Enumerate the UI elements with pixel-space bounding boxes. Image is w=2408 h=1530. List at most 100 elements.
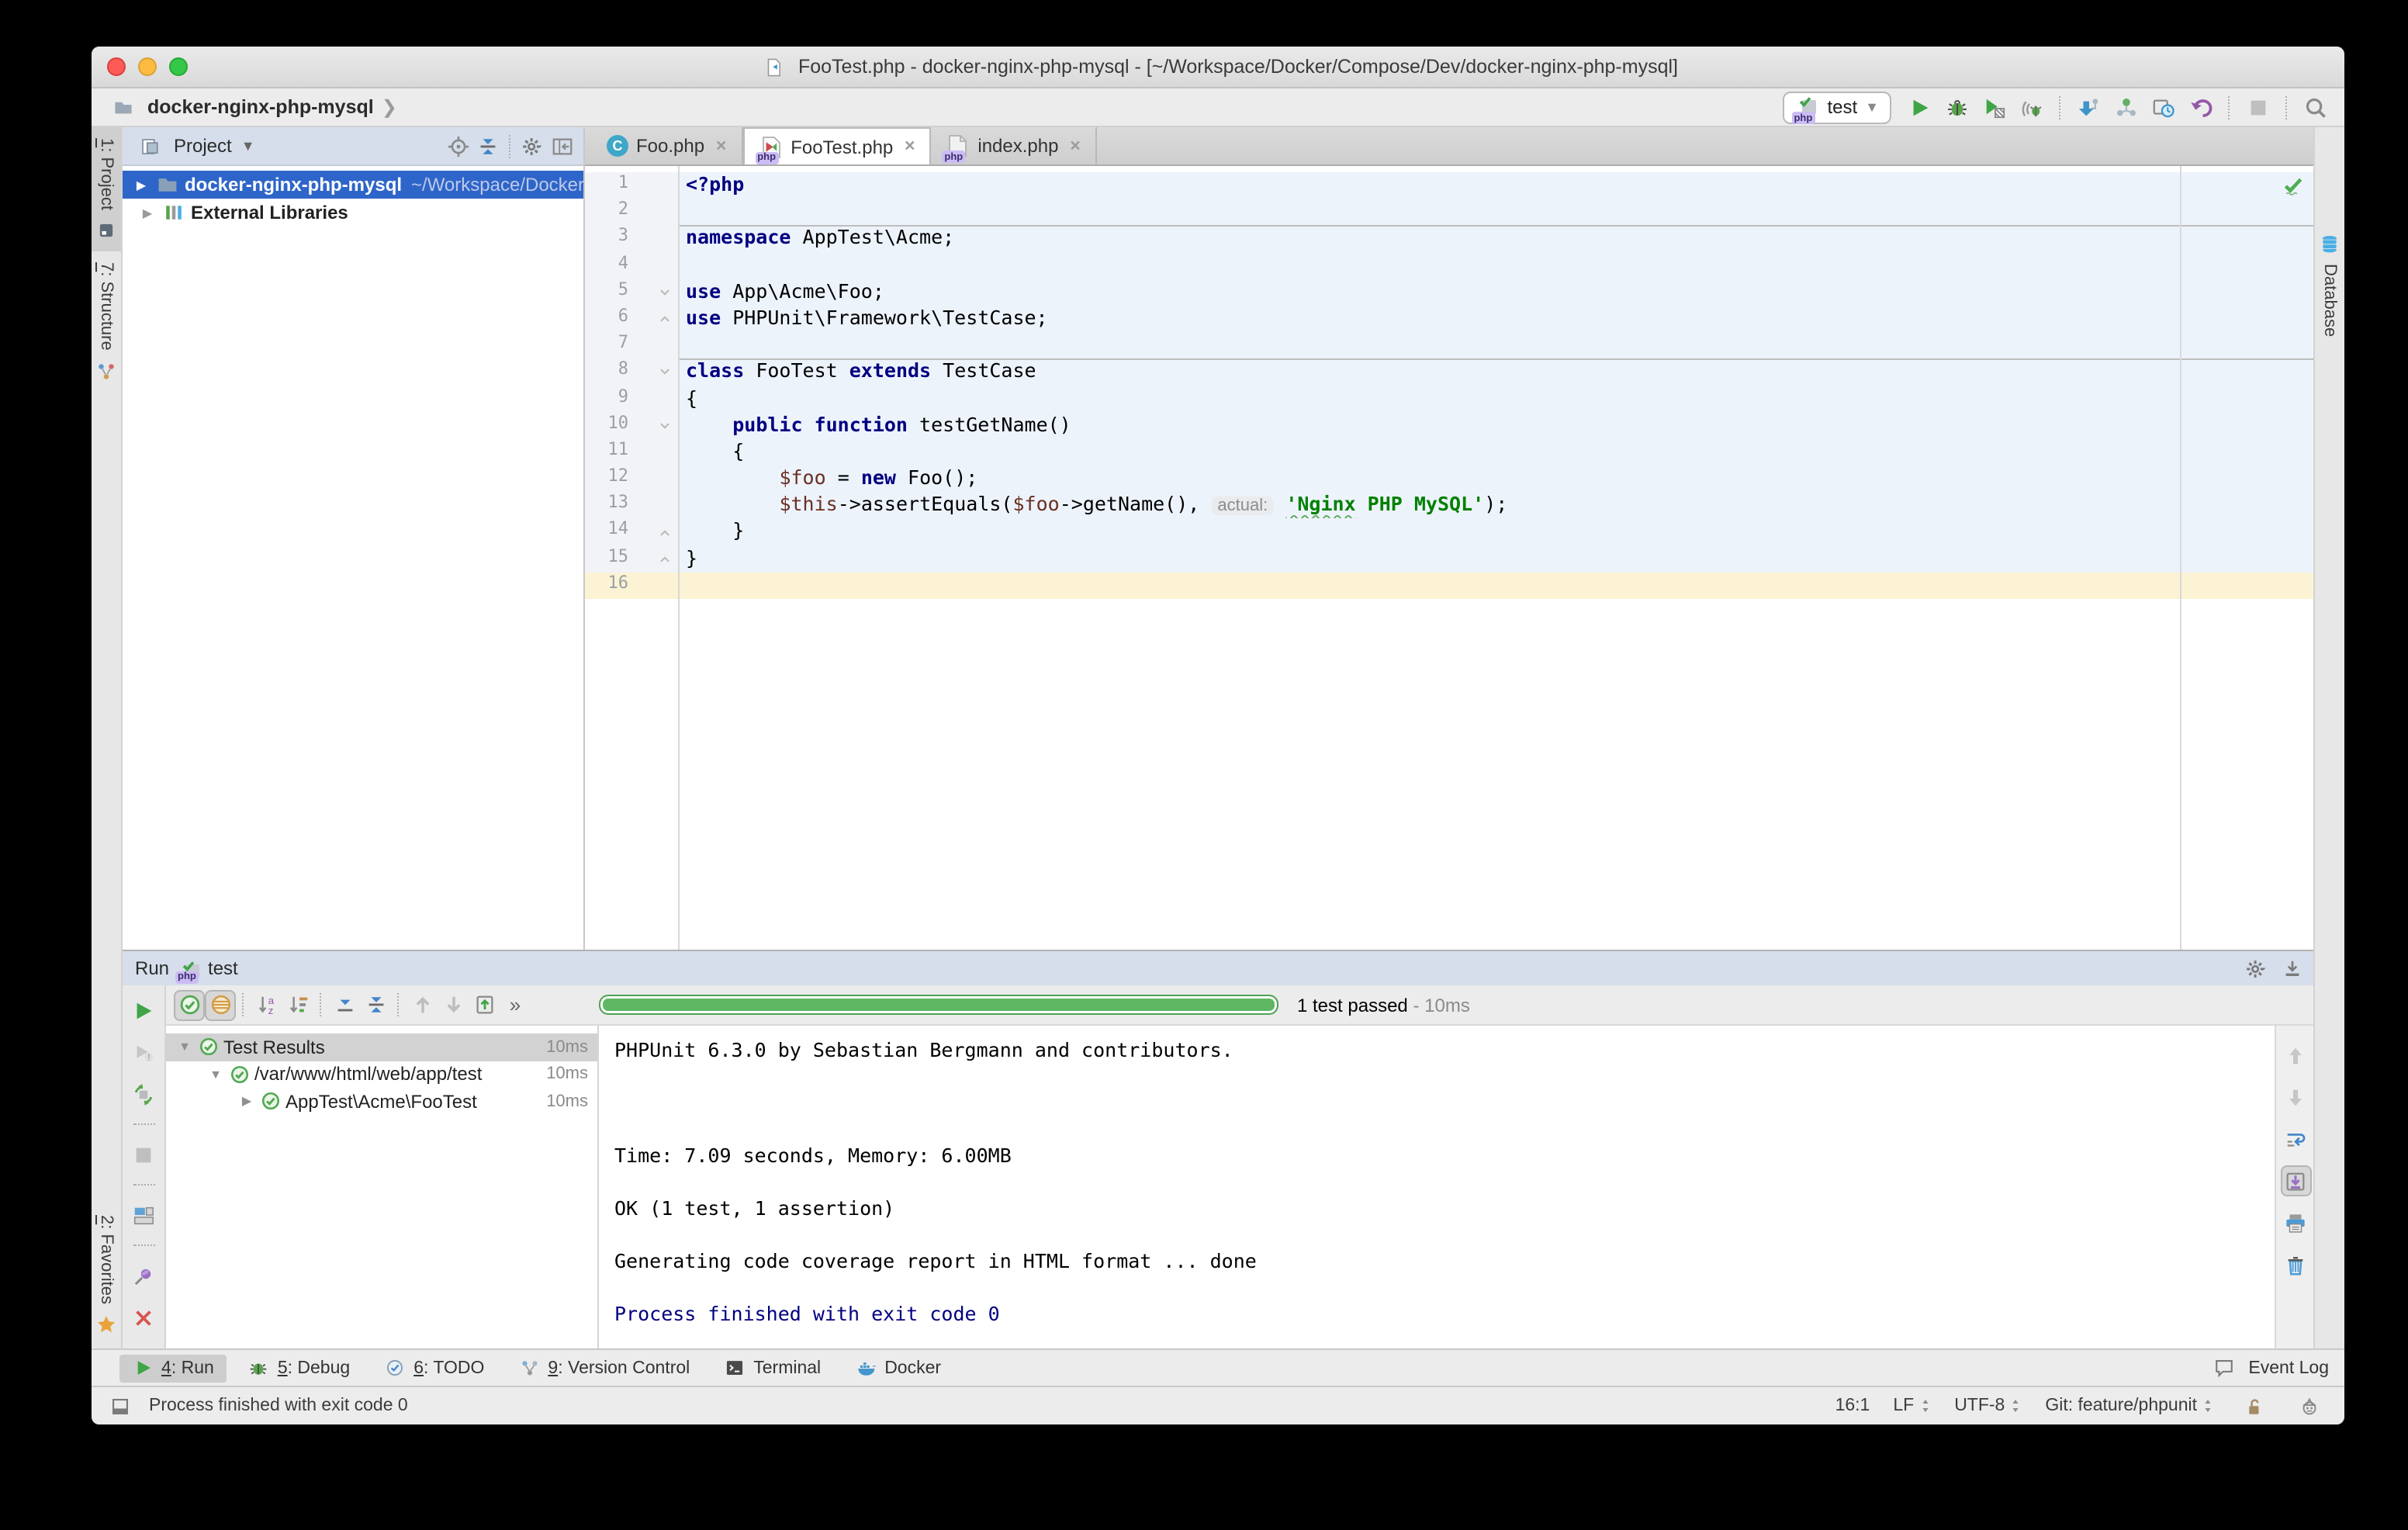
- collapse-all-icon[interactable]: [360, 989, 391, 1020]
- expand-arrow-icon[interactable]: ▶: [166, 1095, 256, 1109]
- test-tree-item[interactable]: ▼Test Results10ms: [166, 1033, 597, 1061]
- git-branch-selector[interactable]: Git: feature/phpunit: [2045, 1397, 2214, 1415]
- tool-window-switcher-icon[interactable]: [104, 1390, 137, 1422]
- code-line-13[interactable]: 13 $this->assertEquals($foo->getName(), …: [585, 493, 2315, 519]
- project-tree-item[interactable]: ▶External Libraries: [123, 199, 583, 227]
- editor-tab-footest.php[interactable]: phpFooTest.php✕: [742, 127, 931, 164]
- rerun-icon[interactable]: [128, 995, 159, 1026]
- more-icon[interactable]: »: [500, 989, 531, 1020]
- sort-by-duration-icon[interactable]: [282, 989, 313, 1020]
- code-line-11[interactable]: 11 {: [585, 439, 2315, 466]
- expand-all-icon[interactable]: [329, 989, 360, 1020]
- line-separator-selector[interactable]: LF: [1893, 1397, 1931, 1415]
- tool-window-button-todo[interactable]: 6: TODO: [372, 1354, 496, 1382]
- fold-marker-icon[interactable]: [657, 286, 671, 299]
- rollback-icon[interactable]: [2185, 91, 2217, 123]
- locate-icon[interactable]: [444, 131, 473, 161]
- clear-all-icon[interactable]: [2280, 1249, 2311, 1280]
- editor-tab-foo.php[interactable]: CFoo.php✕: [593, 127, 742, 164]
- code-line-6[interactable]: 6use PHPUnit\Framework\TestCase;: [585, 306, 2315, 332]
- up-icon[interactable]: [2280, 1040, 2311, 1071]
- test-tree-item[interactable]: ▼/var/www/html/web/app/test10ms: [166, 1061, 597, 1088]
- recent-changes-icon[interactable]: [2147, 91, 2180, 123]
- code-line-5[interactable]: 5use App\Acme\Foo;: [585, 279, 2315, 306]
- tab-close-icon[interactable]: ✕: [904, 138, 915, 155]
- scroll-to-end-icon[interactable]: [2280, 1165, 2311, 1196]
- close-window-button[interactable]: [107, 57, 126, 76]
- collapse-all-icon[interactable]: [473, 131, 503, 161]
- run-configuration-select[interactable]: php test ▼: [1782, 91, 1891, 123]
- tool-window-button-database[interactable]: Database: [2315, 220, 2344, 346]
- editor-tab-index.php[interactable]: phpindex.php✕: [931, 127, 1096, 164]
- code-line-9[interactable]: 9{: [585, 386, 2315, 412]
- highlighting-level-icon[interactable]: [2293, 1390, 2326, 1422]
- expand-arrow-icon[interactable]: ▼: [166, 1040, 194, 1054]
- fold-marker-icon[interactable]: [657, 419, 671, 433]
- editor-content[interactable]: 1<?php23namespace AppTest\Acme;45use App…: [585, 166, 2315, 950]
- debug-icon[interactable]: [1941, 91, 1974, 123]
- code-line-12[interactable]: 12 $foo = new Foo();: [585, 466, 2315, 492]
- tab-close-icon[interactable]: ✕: [715, 137, 727, 154]
- hide-panel-icon[interactable]: [548, 131, 577, 161]
- tool-window-button----project[interactable]: 1: Project: [92, 127, 121, 252]
- show-ignored-icon[interactable]: [205, 989, 236, 1020]
- code-line-1[interactable]: 1<?php: [585, 172, 2315, 199]
- fold-marker-icon[interactable]: [657, 312, 671, 326]
- code-line-14[interactable]: 14 }: [585, 519, 2315, 545]
- zoom-window-button[interactable]: [169, 57, 188, 76]
- tool-window-button-debug[interactable]: 5: Debug: [236, 1354, 362, 1382]
- tool-window-button-vcs[interactable]: 9: Version Control: [506, 1354, 702, 1382]
- code-line-2[interactable]: 2: [585, 199, 2315, 225]
- gear-dropdown-icon[interactable]: [518, 131, 548, 161]
- sort-alphabetically-icon[interactable]: az: [251, 989, 282, 1020]
- close-icon[interactable]: [128, 1302, 159, 1333]
- code-line-16[interactable]: 16: [585, 573, 2315, 599]
- code-line-3[interactable]: 3namespace AppTest\Acme;: [585, 226, 2315, 252]
- code-line-10[interactable]: 10 public function testGetName(): [585, 412, 2315, 438]
- tool-window-button-run[interactable]: 4: Run: [119, 1354, 227, 1382]
- encoding-selector[interactable]: UTF-8: [1954, 1397, 2022, 1415]
- code-line-4[interactable]: 4: [585, 252, 2315, 279]
- fold-marker-icon[interactable]: [657, 525, 671, 539]
- code-line-7[interactable]: 7: [585, 332, 2315, 358]
- search-everywhere-icon[interactable]: [2299, 91, 2332, 123]
- print-icon[interactable]: [2280, 1207, 2311, 1238]
- caret-position[interactable]: 16:1: [1835, 1397, 1870, 1415]
- gear-dropdown-icon[interactable]: [2240, 952, 2273, 985]
- restore-layout-icon[interactable]: [128, 1199, 159, 1231]
- run-console[interactable]: PHPUnit 6.3.0 by Sebastian Bergmann and …: [599, 1026, 2275, 1348]
- stop-icon[interactable]: [128, 1139, 159, 1170]
- tool-window-button----structure[interactable]: 7: Structure: [92, 252, 121, 393]
- inspections-ok-icon[interactable]: [2282, 175, 2304, 202]
- attach-debugger-icon[interactable]: [2015, 91, 2048, 123]
- toggle-auto-test-icon[interactable]: [128, 1078, 159, 1109]
- hide-icon[interactable]: [2276, 952, 2309, 985]
- expand-arrow-icon[interactable]: ▼: [166, 1068, 225, 1082]
- commit-icon[interactable]: [2110, 91, 2143, 123]
- run-panel-tab[interactable]: Run php test: [135, 957, 238, 979]
- project-tree-item[interactable]: ▶docker-nginx-php-mysql~/Workspace/Docke…: [123, 171, 583, 199]
- tool-window-button----favorites[interactable]: 2: Favorites: [92, 1203, 121, 1345]
- code-line-8[interactable]: 8class FooTest extends TestCase: [585, 359, 2315, 386]
- tab-close-icon[interactable]: ✕: [1069, 137, 1081, 154]
- minimize-window-button[interactable]: [138, 57, 157, 76]
- update-project-icon[interactable]: [2073, 91, 2105, 123]
- stop-icon[interactable]: [2242, 91, 2275, 123]
- run-with-coverage-icon[interactable]: [1978, 91, 2011, 123]
- project-view-selector[interactable]: Project ▼: [135, 131, 255, 161]
- next-occurrence-icon[interactable]: [438, 989, 469, 1020]
- test-tree-item[interactable]: ▶AppTest\Acme\FooTest10ms: [166, 1088, 597, 1115]
- unlock-icon[interactable]: [2237, 1390, 2270, 1422]
- rerun-failed-icon[interactable]: !: [128, 1037, 159, 1068]
- run-icon[interactable]: [1904, 91, 1936, 123]
- show-passed-icon[interactable]: [174, 989, 205, 1020]
- fold-marker-icon[interactable]: [657, 365, 671, 379]
- editor-empty-space[interactable]: [585, 599, 2315, 950]
- code-line-15[interactable]: 15}: [585, 545, 2315, 572]
- tool-window-button-docker[interactable]: Docker: [842, 1354, 953, 1382]
- import-tests-icon[interactable]: [469, 989, 500, 1020]
- down-icon[interactable]: [2280, 1082, 2311, 1113]
- breadcrumb[interactable]: docker-nginx-php-mysql ❯: [107, 91, 397, 123]
- fold-marker-icon[interactable]: [657, 552, 671, 566]
- expand-arrow-icon[interactable]: ▶: [123, 206, 157, 220]
